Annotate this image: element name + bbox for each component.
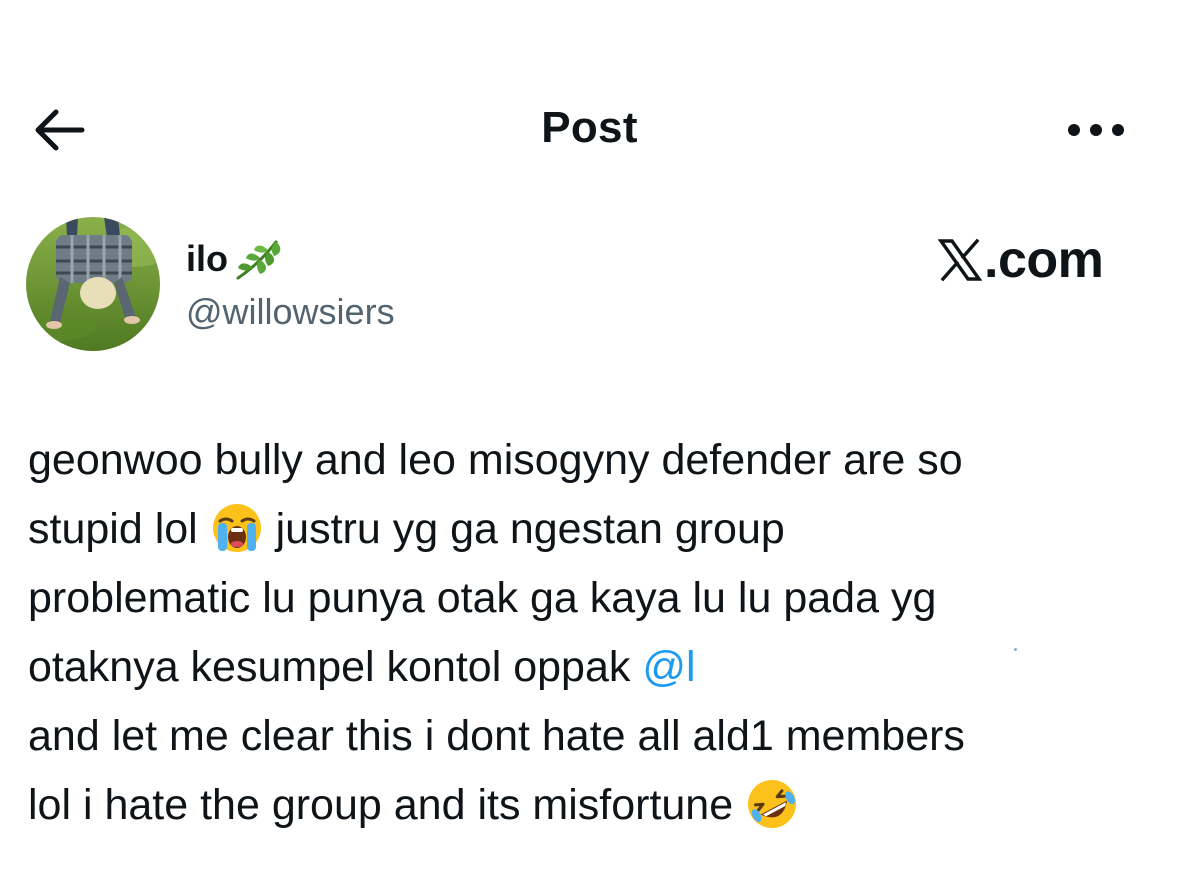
post-text-fragment: justru yg ga ngestan group: [275, 505, 785, 553]
redaction-artifact: [1014, 648, 1017, 651]
watermark-text: .com: [984, 231, 1104, 289]
display-name[interactable]: ilo: [186, 236, 228, 282]
loudly-crying-face-icon: [212, 503, 261, 552]
avatar-photo: [26, 217, 160, 351]
post-line-1: geonwoo bully and leo misogyny defender …: [28, 436, 963, 484]
post-line-2: stupid lol justru yg ga ngestan group: [28, 495, 1158, 564]
post-line-5: and let me clear this i dont hate all al…: [28, 712, 965, 760]
post-line-3: problematic lu punya otak ga kaya lu lu …: [28, 574, 937, 622]
handle[interactable]: @willowsiers: [186, 290, 395, 334]
herb-icon: [236, 240, 281, 280]
x-logo-icon: [938, 238, 982, 282]
avatar[interactable]: [26, 217, 160, 351]
mention-link[interactable]: @l: [642, 643, 695, 691]
more-options-button[interactable]: [1060, 105, 1132, 155]
post-line-6: lol i hate the group and its misfortune: [28, 771, 1158, 840]
post-text-fragment: stupid lol: [28, 505, 198, 553]
post-line-4: otaknya kesumpel kontol oppak @l: [28, 633, 1158, 702]
more-horizontal-icon: [1068, 124, 1124, 136]
rolling-on-floor-laughing-icon: [748, 779, 797, 828]
author-name-row[interactable]: ilo: [186, 236, 286, 282]
post-text-fragment: lol i hate the group and its misfortune: [28, 781, 734, 829]
post-text-fragment: otaknya kesumpel kontol oppak: [28, 643, 631, 691]
post-text: geonwoo bully and leo misogyny defender …: [28, 426, 1158, 840]
page-title: Post: [541, 103, 638, 152]
x-com-watermark: .com: [938, 231, 1104, 289]
top-bar: Post: [0, 95, 1179, 167]
